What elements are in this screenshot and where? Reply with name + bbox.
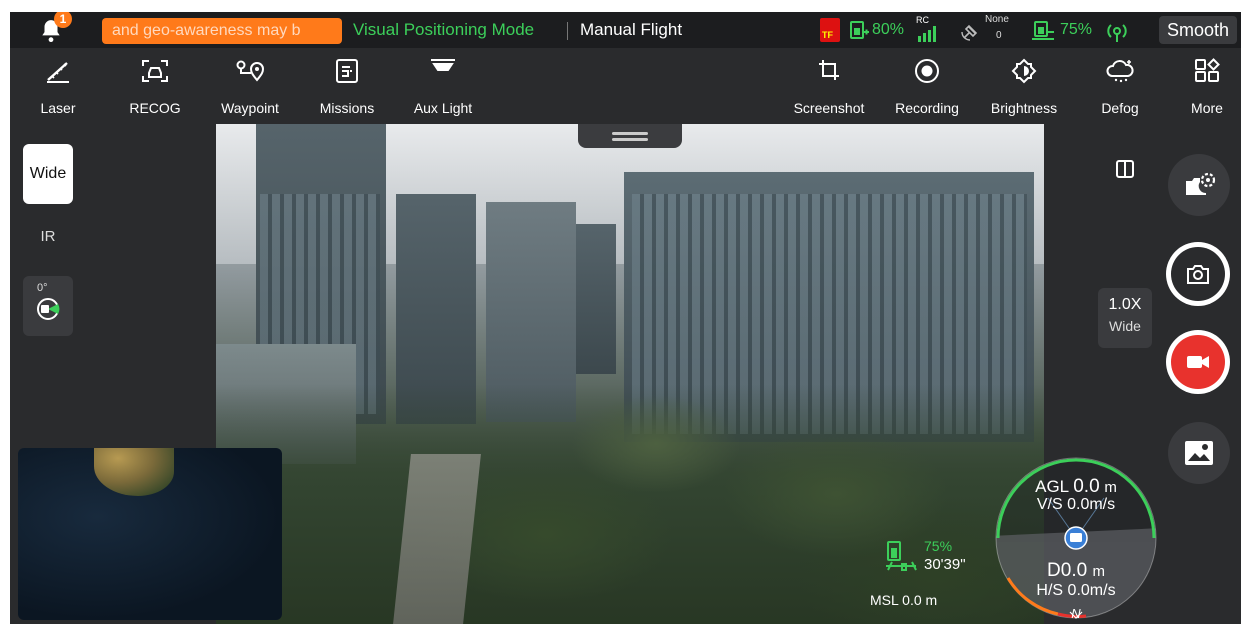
recording-button[interactable]: Recording xyxy=(886,48,968,124)
distance-unit: m xyxy=(1092,563,1105,580)
status-bar: 1 and geo-awareness may b Visual Positio… xyxy=(10,12,1241,48)
attitude-indicator[interactable]: AGL 0.0 m V/S 0.0m/s D0.0 m H/S 0.0m/s N xyxy=(990,442,1162,624)
positioning-mode: Visual Positioning Mode xyxy=(353,20,535,39)
waypoint-icon xyxy=(236,60,265,82)
camera-icon xyxy=(1187,265,1209,284)
gps-satellite-icon xyxy=(961,24,978,41)
video-record-button[interactable] xyxy=(1166,330,1230,394)
record-inner xyxy=(1171,335,1225,389)
missions-button[interactable]: Missions xyxy=(310,48,384,124)
aux-light-label: Aux Light xyxy=(413,100,473,116)
zoom-level: 1.0X xyxy=(1108,296,1142,313)
waypoint-button[interactable]: Waypoint xyxy=(214,48,286,124)
drawer-handle[interactable] xyxy=(578,124,682,148)
more-label: More xyxy=(1191,100,1223,116)
aircraft-battery: 80% xyxy=(872,21,905,38)
rc-signal-icon xyxy=(918,26,936,42)
missions-label: Missions xyxy=(319,100,375,116)
zoom-lens: Wide xyxy=(1109,318,1141,334)
agl-value: 0.0 xyxy=(1073,476,1100,497)
recog-button[interactable]: RECOG xyxy=(122,48,188,124)
defog-cloud-icon xyxy=(1106,60,1134,83)
handle-bar xyxy=(612,138,648,141)
hs-label: H/S xyxy=(1036,582,1064,599)
sd-label: TF xyxy=(822,30,833,40)
agl-label: AGL xyxy=(1035,477,1069,496)
rc-battery: 75% xyxy=(1060,21,1093,38)
brightness-button[interactable]: Brightness xyxy=(982,48,1066,124)
transmission-icon xyxy=(1107,24,1127,42)
flight-battery-widget: 75% 30'39" xyxy=(884,538,966,579)
gps-status: None xyxy=(985,14,1009,25)
handle-bar xyxy=(612,132,648,135)
flight-time-remaining: 30'39" xyxy=(924,556,966,573)
gimbal-icon xyxy=(37,298,60,320)
warning-marquee[interactable]: and geo-awareness may b xyxy=(102,18,342,44)
more-button[interactable]: More xyxy=(1182,48,1232,124)
wide-lens-button[interactable]: Wide xyxy=(23,144,73,204)
screenshot-label: Screenshot xyxy=(793,100,865,116)
gimbal-control[interactable]: 0° xyxy=(23,276,73,336)
flight-app: 1 and geo-awareness may b Visual Positio… xyxy=(10,12,1241,624)
camera-settings-icon xyxy=(1186,172,1216,195)
hs-row: H/S 0.0m/s xyxy=(990,582,1162,600)
laser-button[interactable]: Laser xyxy=(28,48,88,124)
top-toolbar: Laser RECOG Waypoint Missions Aux Light … xyxy=(10,48,1241,124)
rc-battery-icon xyxy=(1032,21,1054,40)
gimbal-angle: 0° xyxy=(37,282,48,294)
mini-map[interactable] xyxy=(18,448,282,620)
sd-card-icon: TF xyxy=(820,18,840,42)
agl-row: AGL 0.0 m xyxy=(990,476,1162,498)
split-view-icon[interactable] xyxy=(1116,160,1134,178)
vs-label: V/S xyxy=(1036,496,1063,513)
crop-icon xyxy=(819,60,839,80)
recog-label: RECOG xyxy=(129,100,181,116)
aircraft-battery-icon xyxy=(850,21,869,39)
recording-label: Recording xyxy=(895,100,959,116)
defog-button[interactable]: Defog xyxy=(1092,48,1148,124)
vs-value: 0.0m/s xyxy=(1067,496,1116,513)
record-dot-icon xyxy=(915,59,939,83)
flight-mode[interactable]: Manual Flight xyxy=(580,12,682,48)
msl-value: 0.0 m xyxy=(902,592,938,608)
msl-readout: MSL 0.0 m xyxy=(870,592,937,608)
brightness-icon xyxy=(1011,58,1037,84)
gps-count: 0 xyxy=(996,30,1002,41)
ir-lens-button[interactable]: IR xyxy=(23,212,73,262)
building xyxy=(576,224,616,374)
defog-label: Defog xyxy=(1101,100,1139,116)
waypoint-label: Waypoint xyxy=(221,100,279,116)
agl-unit: m xyxy=(1104,479,1117,496)
distance-label: D xyxy=(1047,560,1061,581)
tree-canopy xyxy=(216,384,1044,624)
vs-row: V/S 0.0m/s xyxy=(990,496,1162,514)
drone-battery-icon xyxy=(886,541,917,571)
distance-value: 0.0 xyxy=(1060,560,1088,581)
transmission-quality-button[interactable]: Smooth xyxy=(1158,16,1237,44)
more-grid-icon xyxy=(1195,58,1220,82)
laser-label: Laser xyxy=(40,100,76,116)
map-landmass xyxy=(94,448,174,496)
recognition-icon xyxy=(142,60,168,82)
msl-label: MSL xyxy=(870,592,899,608)
notification-badge: 1 xyxy=(54,12,72,28)
aux-light-icon xyxy=(431,59,455,71)
aux-light-button[interactable]: Aux Light xyxy=(406,48,480,124)
brightness-label: Brightness xyxy=(990,100,1058,116)
video-camera-icon xyxy=(1187,356,1209,368)
laser-ruler-icon xyxy=(47,62,69,83)
screenshot-button[interactable]: Screenshot xyxy=(786,48,872,124)
divider xyxy=(567,22,568,40)
shutter-inner xyxy=(1171,247,1225,301)
zoom-indicator[interactable]: 1.0X Wide xyxy=(1098,288,1152,348)
gallery-button[interactable] xyxy=(1168,422,1230,484)
battery-percent: 75% xyxy=(924,538,953,554)
photo-shutter-button[interactable] xyxy=(1166,242,1230,306)
hs-value: 0.0m/s xyxy=(1067,582,1116,599)
distance-row: D0.0 m xyxy=(990,560,1162,582)
heading-north: N xyxy=(1071,606,1081,621)
missions-icon xyxy=(336,59,358,83)
camera-settings-button[interactable] xyxy=(1168,154,1230,216)
gallery-image-icon xyxy=(1185,441,1213,465)
